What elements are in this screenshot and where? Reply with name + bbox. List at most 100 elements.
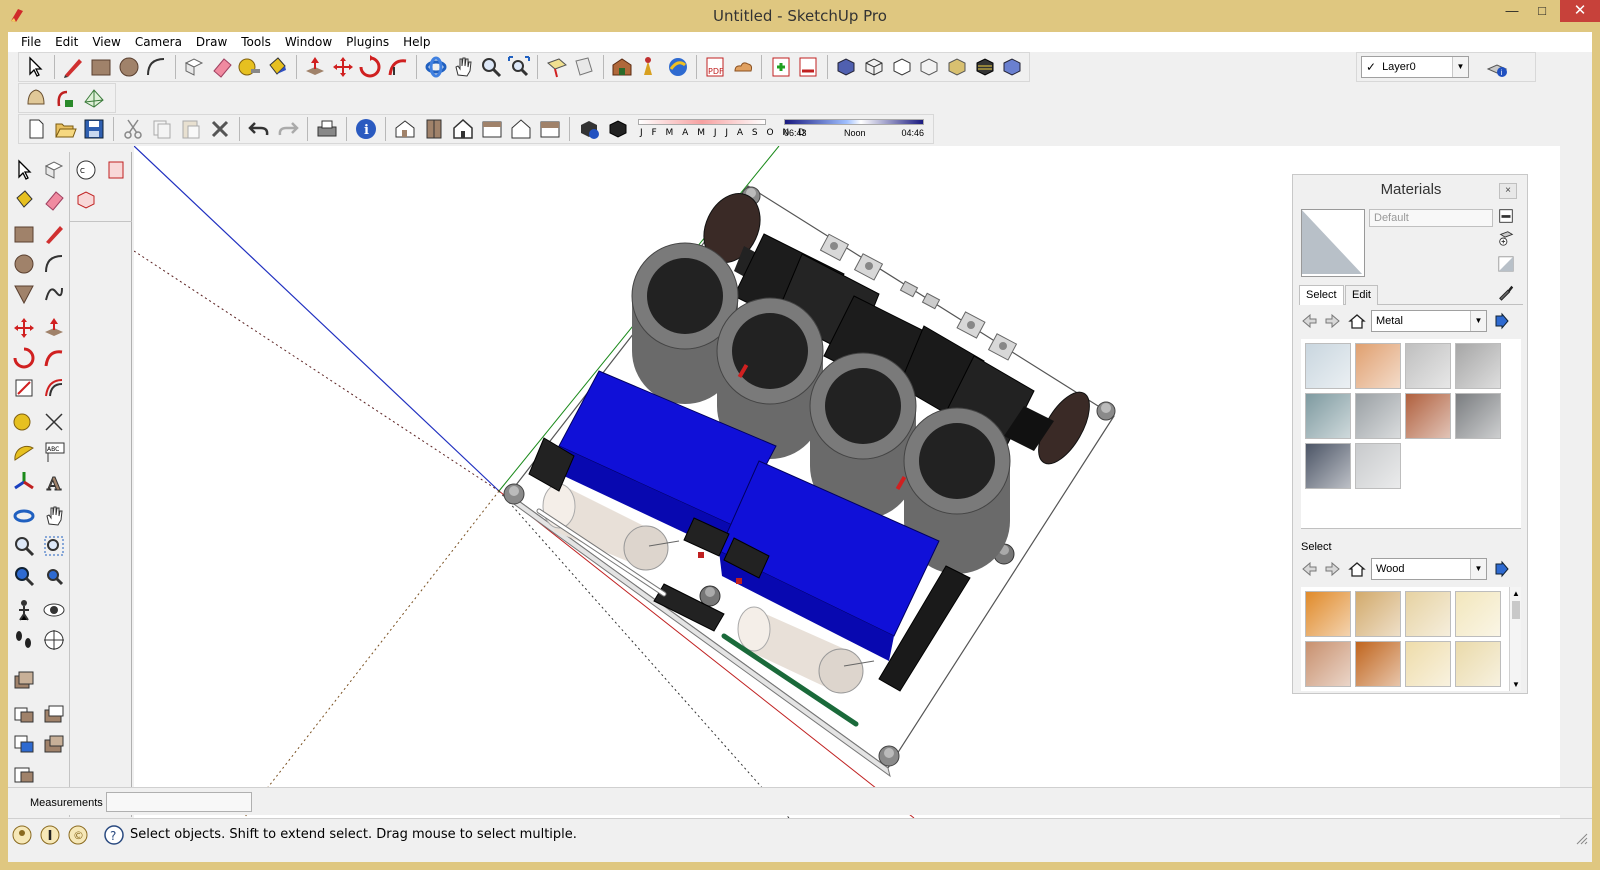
pdf-export-icon[interactable]: PDF [703, 54, 728, 80]
front-view-icon[interactable] [450, 116, 476, 142]
layer-manager-icon[interactable]: i [1484, 54, 1510, 80]
outliner-icon[interactable] [10, 730, 38, 758]
position-camera-icon[interactable] [10, 596, 38, 624]
resize-grip-icon[interactable] [1576, 833, 1588, 845]
section-fill-icon[interactable] [72, 186, 100, 214]
move-icon[interactable] [330, 54, 355, 80]
pan-icon[interactable] [451, 54, 476, 80]
display-shadows-icon[interactable] [605, 116, 631, 142]
shaded-textures-icon[interactable] [945, 54, 970, 80]
menu-tools[interactable]: Tools [234, 35, 278, 49]
circle-icon[interactable] [10, 250, 38, 278]
redo-icon[interactable] [275, 116, 301, 142]
measurements-input[interactable] [106, 792, 252, 812]
eraser-icon[interactable] [209, 54, 234, 80]
pencil-icon[interactable] [61, 54, 86, 80]
new-icon[interactable] [23, 116, 49, 142]
metal-material-swatch[interactable] [1405, 393, 1451, 439]
tab-select[interactable]: Select [1299, 285, 1344, 305]
copyright-icon[interactable]: © [68, 825, 88, 845]
menu-view[interactable]: View [85, 35, 127, 49]
material-name-field[interactable]: Default [1369, 209, 1493, 227]
library-select-top[interactable]: Metal ▼ [1371, 310, 1487, 332]
time-slider[interactable]: 06:43 Noon 04:46 [784, 116, 928, 142]
text-icon[interactable]: ABC [40, 438, 68, 466]
print-icon[interactable] [314, 116, 340, 142]
details-arrow-icon[interactable] [1491, 559, 1511, 579]
model-info-icon[interactable]: i [353, 116, 379, 142]
wireframe-icon[interactable] [861, 54, 886, 80]
follow-me-icon[interactable] [386, 54, 411, 80]
close-panel-button[interactable]: × [1499, 183, 1517, 199]
forward-arrow-icon[interactable] [1323, 559, 1343, 579]
paste-icon[interactable] [178, 116, 204, 142]
metal-material-swatch[interactable] [1455, 343, 1501, 389]
delete-icon[interactable] [207, 116, 233, 142]
cut-icon[interactable] [120, 116, 146, 142]
section-plane-icon[interactable] [40, 626, 68, 654]
select-icon[interactable] [23, 54, 48, 80]
rotate-icon[interactable] [358, 54, 383, 80]
paint-bucket-icon[interactable] [10, 186, 38, 214]
previous-view-icon[interactable] [10, 562, 38, 590]
close-button[interactable]: ✕ [1560, 0, 1600, 22]
walk-icon[interactable] [10, 626, 38, 654]
right-view-icon[interactable] [479, 116, 505, 142]
menu-draw[interactable]: Draw [189, 35, 234, 49]
create-material-icon[interactable] [1497, 229, 1517, 249]
section-plane-icon[interactable] [572, 54, 597, 80]
wood-material-swatch[interactable] [1405, 641, 1451, 687]
zoom-icon[interactable] [479, 54, 504, 80]
back-view-icon[interactable] [508, 116, 534, 142]
back-edges-icon[interactable] [1000, 54, 1025, 80]
share-model-icon[interactable] [637, 54, 662, 80]
wood-material-swatch[interactable] [1355, 641, 1401, 687]
shell-icon[interactable] [23, 85, 49, 111]
scroll-up-icon[interactable]: ▲ [1512, 589, 1520, 598]
metal-material-swatch[interactable] [1305, 343, 1351, 389]
paint-bucket-icon[interactable] [265, 54, 290, 80]
collapse-icon[interactable] [1497, 207, 1517, 227]
dimension-icon[interactable] [40, 408, 68, 436]
layer-dropdown[interactable]: ✓ Layer0 ▼ [1361, 56, 1469, 78]
wood-material-swatch[interactable] [1305, 591, 1351, 637]
hidden-line-icon[interactable] [889, 54, 914, 80]
scale-icon[interactable] [10, 374, 38, 402]
follow-me-icon[interactable] [40, 344, 68, 372]
eraser-icon[interactable] [40, 186, 68, 214]
zoom-extents-icon[interactable] [40, 562, 68, 590]
make-component-icon[interactable] [40, 156, 68, 184]
menu-plugins[interactable]: Plugins [339, 35, 396, 49]
zoom-extents-icon[interactable] [507, 54, 532, 80]
save-icon[interactable] [81, 116, 107, 142]
orbit-icon[interactable] [10, 502, 38, 530]
rectangle-icon[interactable] [88, 54, 113, 80]
component-icon[interactable] [40, 700, 68, 728]
menu-edit[interactable]: Edit [48, 35, 85, 49]
scenes-icon[interactable] [40, 730, 68, 758]
styles-icon[interactable] [10, 760, 38, 788]
xray-icon[interactable] [834, 54, 859, 80]
menu-help[interactable]: Help [396, 35, 437, 49]
home-icon[interactable] [1347, 559, 1367, 579]
top-view-icon[interactable] [421, 116, 447, 142]
monochrome-icon[interactable] [972, 54, 997, 80]
back-arrow-icon[interactable] [1299, 559, 1319, 579]
axes-icon[interactable] [10, 468, 38, 496]
tape-measure-icon[interactable] [10, 408, 38, 436]
extension-warehouse-icon[interactable] [665, 54, 690, 80]
section-display-icon[interactable] [102, 156, 130, 184]
3d-text-icon[interactable]: A [40, 468, 68, 496]
back-arrow-icon[interactable] [1299, 311, 1319, 331]
wood-material-swatch[interactable] [1405, 591, 1451, 637]
metal-material-swatch[interactable] [1405, 343, 1451, 389]
offset-icon[interactable] [40, 374, 68, 402]
month-slider[interactable]: J F M A M J J A S O N D [638, 116, 805, 142]
metal-material-swatch[interactable] [1305, 443, 1351, 489]
wood-material-swatch[interactable] [1455, 591, 1501, 637]
menu-camera[interactable]: Camera [128, 35, 189, 49]
select-icon[interactable] [10, 156, 38, 184]
pan-icon[interactable] [40, 502, 68, 530]
position-camera-icon[interactable] [544, 54, 569, 80]
section-cut-icon[interactable]: C [72, 156, 100, 184]
